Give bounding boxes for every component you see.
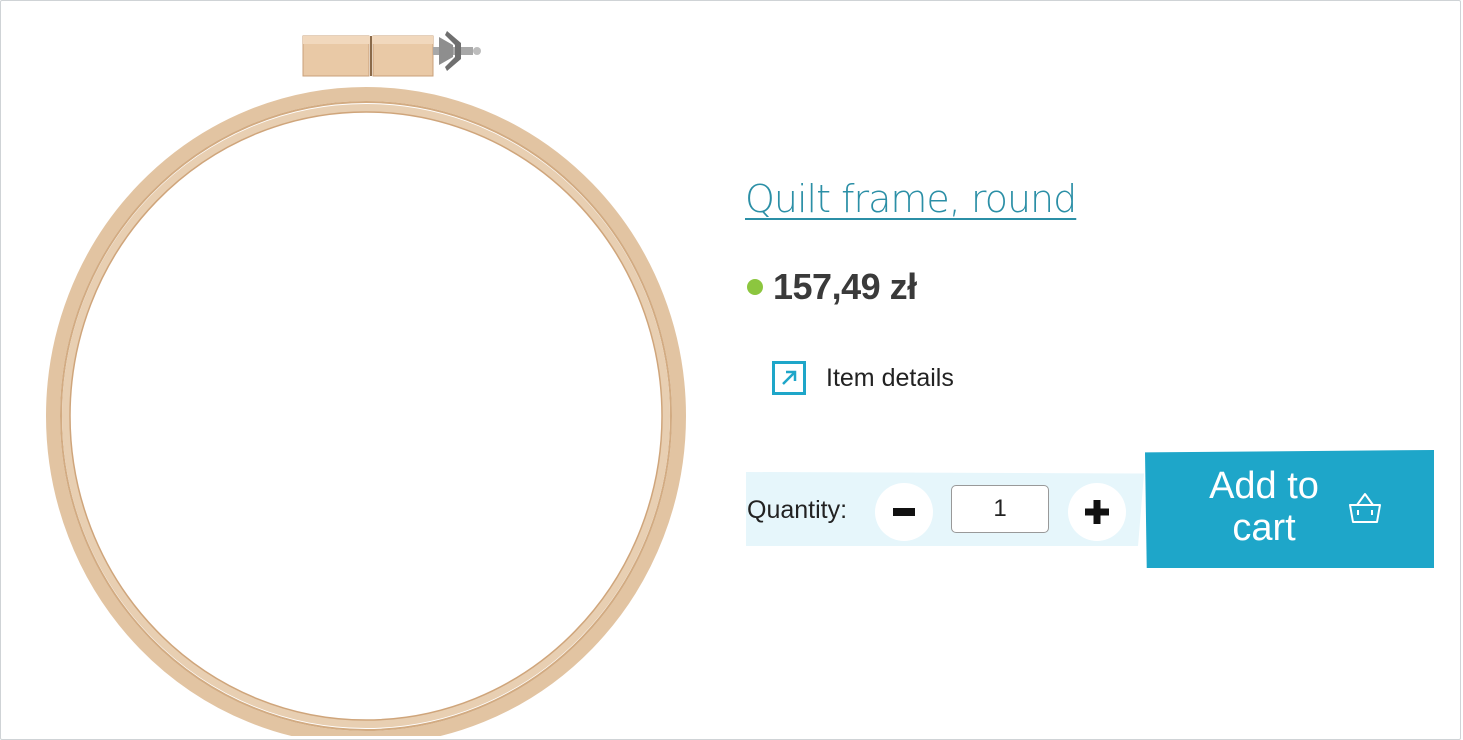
add-to-cart-label: Add to cart	[1209, 465, 1319, 549]
in-stock-indicator	[747, 279, 763, 295]
decrement-quantity-button[interactable]	[875, 483, 933, 541]
plus-icon	[1085, 500, 1109, 524]
product-price: 157,49 zł	[773, 266, 917, 307]
minus-icon	[893, 508, 915, 516]
basket-icon	[1349, 493, 1381, 523]
item-details-label: Item details	[826, 363, 954, 392]
product-image[interactable]	[41, 31, 691, 736]
quantity-input[interactable]	[951, 485, 1049, 533]
price-row: 157,49 zł	[747, 266, 917, 308]
increment-quantity-button[interactable]	[1068, 483, 1126, 541]
item-details-link[interactable]: Item details	[772, 361, 954, 395]
external-link-arrow-icon	[772, 361, 806, 395]
quantity-label: Quantity:	[747, 496, 848, 524]
product-title-link[interactable]: Quilt frame, round	[745, 177, 1077, 221]
product-card: Quilt frame, round 157,49 zł Item detail…	[0, 0, 1461, 740]
